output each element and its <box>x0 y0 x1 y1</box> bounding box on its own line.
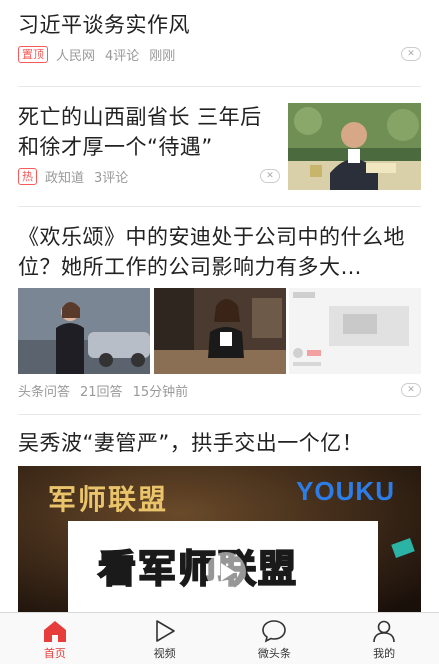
source-label: 头条问答 <box>18 384 71 400</box>
news-feed[interactable]: 习近平谈务实作风 置顶 人民网 4评论 刚刚 ✕ 死亡的山西副省长 三年后和徐才… <box>0 0 439 612</box>
source-label: 政知道 <box>45 170 85 186</box>
feed-item-meta: 置顶 人民网 4评论 刚刚 ✕ <box>18 44 421 64</box>
feed-item-title: 死亡的山西副省长 三年后和徐才厚一个“待遇” <box>18 105 262 159</box>
gallery-image <box>289 288 421 374</box>
feed-item-pinned[interactable]: 习近平谈务实作风 置顶 人民网 4评论 刚刚 ✕ <box>18 10 421 64</box>
source-label: 人民网 <box>56 48 96 64</box>
comment-count: 3评论 <box>94 170 129 186</box>
image-gallery <box>18 288 421 374</box>
feed-item-title: 吴秀波“妻管严”，拱手交出一个亿！ <box>18 431 364 455</box>
feed-item-meta: 头条问答 21回答 15分钟前 ✕ <box>18 380 421 400</box>
answer-count: 21回答 <box>80 384 123 400</box>
tab-label: 我的 <box>373 647 396 660</box>
dislike-button[interactable]: ✕ <box>401 47 421 61</box>
youku-logo: YOUKU <box>296 476 395 506</box>
tab-video[interactable]: 视频 <box>110 613 220 664</box>
play-icon <box>155 620 175 642</box>
divider <box>18 206 421 207</box>
tab-label: 微头条 <box>257 647 291 660</box>
pinned-tag: 置顶 <box>18 45 48 63</box>
tab-mine[interactable]: 我的 <box>329 613 439 664</box>
official-photo-image <box>288 103 421 190</box>
divider <box>18 86 421 87</box>
feed-item-title: 习近平谈务实作风 <box>18 13 190 37</box>
dislike-button[interactable]: ✕ <box>260 169 280 183</box>
feed-item-qa[interactable]: 《欢乐颂》中的安迪处于公司中的什么地位？她所工作的公司影响力有多大… 头条问答 … <box>18 222 421 400</box>
feed-item-title: 《欢乐颂》中的安迪处于公司中的什么地位？她所工作的公司影响力有多大… <box>18 225 405 279</box>
comment-count: 4评论 <box>105 48 140 64</box>
show-logo: 军师联盟 <box>48 483 169 516</box>
gallery-image <box>153 288 286 374</box>
feed-item-meta: 热 政知道 3评论 ✕ <box>18 166 280 186</box>
article-thumbnail <box>288 103 421 190</box>
feed-item-article[interactable]: 死亡的山西副省长 三年后和徐才厚一个“待遇” 热 政知道 3评论 ✕ <box>18 102 421 190</box>
feed-item-video[interactable]: 吴秀波“妻管严”，拱手交出一个亿！ 军师联盟 YOUKU 看军师联盟 <box>18 428 421 612</box>
time-label: 刚刚 <box>149 48 176 64</box>
time-label: 15分钟前 <box>132 384 189 400</box>
video-banner: 看军师联盟 <box>97 546 299 592</box>
tab-label: 首页 <box>43 647 66 660</box>
dislike-button[interactable]: ✕ <box>401 383 421 397</box>
gallery-image <box>18 288 150 374</box>
tab-label: 视频 <box>153 647 176 660</box>
hot-tag: 热 <box>18 167 37 185</box>
play-icon <box>221 563 235 581</box>
tab-weitoutiao[interactable]: 微头条 <box>220 613 330 664</box>
user-icon <box>373 620 395 643</box>
bottom-tab-bar: 首页 视频 微头条 我的 <box>0 612 439 664</box>
tab-home[interactable]: 首页 <box>0 613 110 664</box>
chat-bubble-icon <box>262 620 287 643</box>
video-player[interactable]: 军师联盟 YOUKU 看军师联盟 <box>18 466 421 612</box>
divider <box>18 414 421 415</box>
home-icon <box>43 621 66 642</box>
play-button[interactable] <box>206 552 246 592</box>
